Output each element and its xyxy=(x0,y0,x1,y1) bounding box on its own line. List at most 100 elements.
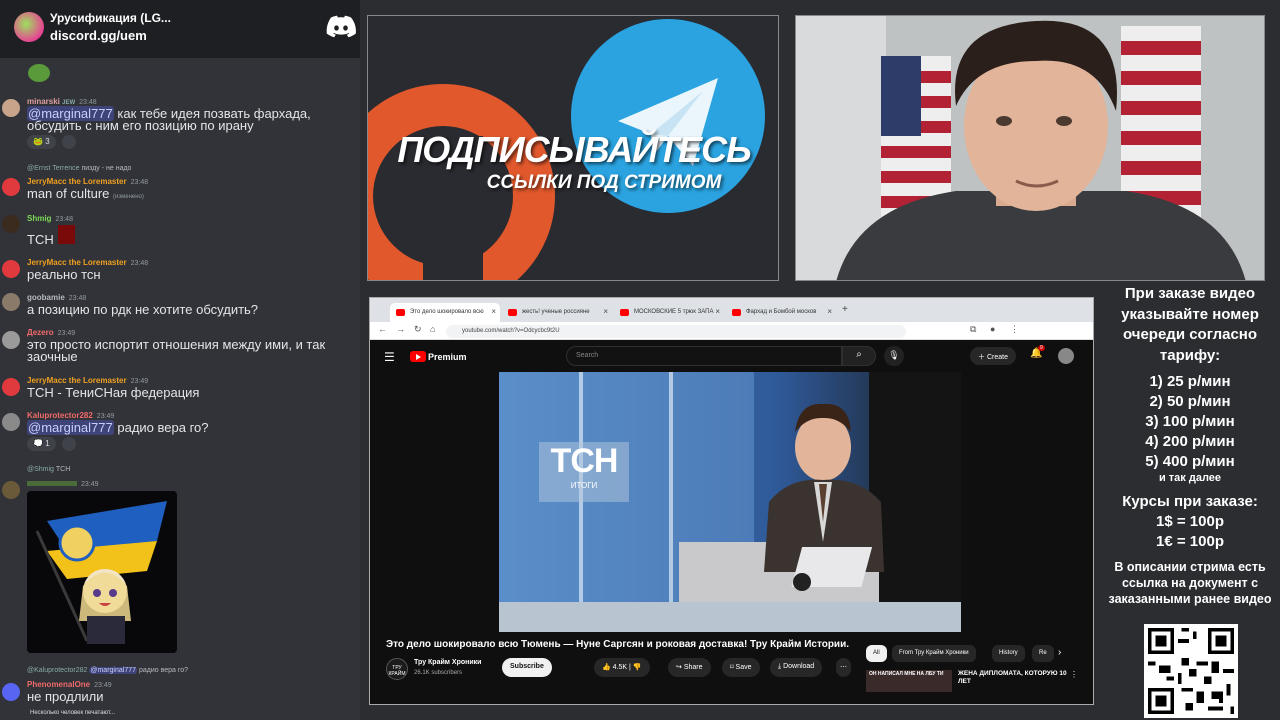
chip-history[interactable]: History xyxy=(992,645,1025,662)
avatar xyxy=(2,378,20,396)
hamburger-menu-icon[interactable]: ☰ xyxy=(384,350,395,364)
avatar xyxy=(2,331,20,349)
pricing-tier: 1) 25 р/мин xyxy=(1149,373,1231,390)
notifications-bell-icon[interactable]: 🔔 9 xyxy=(1030,345,1045,359)
reply-preview[interactable]: @Ernst Terrence пизду - не надо xyxy=(27,165,131,172)
message-text: а позицию по рдк не хотите обсудить? xyxy=(27,302,259,317)
home-icon[interactable]: ⌂ xyxy=(430,324,435,334)
close-icon[interactable]: × xyxy=(715,307,720,316)
reload-icon[interactable]: ↻ xyxy=(414,324,422,335)
pricing-tier: 5) 400 р/мин xyxy=(1145,453,1235,470)
browser-window: Это дело шокировало всю × жесть! ученые р… xyxy=(369,297,1094,705)
like-button[interactable]: 👍 4.5K | 👎 xyxy=(594,658,650,677)
more-options-icon[interactable]: ⋯ xyxy=(836,658,851,677)
video-title: Это дело шокировало всю Тюмень — Нуне Са… xyxy=(386,639,849,650)
reply-preview[interactable]: @Shmig ТСН xyxy=(27,466,70,473)
browser-tab[interactable]: жесть! ученые россияне × xyxy=(502,303,612,322)
youtube-tab-icon xyxy=(732,309,741,316)
browser-tab[interactable]: МОСКОВСКИЕ 5 трюк ЗАПА × xyxy=(614,303,724,322)
server-invite[interactable]: discord.gg/uem xyxy=(50,28,147,43)
more-options-icon[interactable]: ⋮ xyxy=(1070,670,1078,679)
message-username: JerryMacc the Loremaster 23:48 xyxy=(27,177,149,186)
reaction[interactable]: 💭 1 xyxy=(27,437,56,451)
message-text: ТСН - ТениСНая федерация xyxy=(27,385,200,400)
avatar xyxy=(2,481,20,499)
banner-subtitle: ССЫЛКИ ПОД СТРИМОМ xyxy=(486,172,722,193)
new-tab-button[interactable]: + xyxy=(842,304,848,315)
pricing-tier: 3) 100 р/мин xyxy=(1145,413,1235,430)
download-button[interactable]: ⤓ Download xyxy=(770,658,823,677)
rec-title: ЖЕНА ДИПЛОМАТА, КОТОРУЮ 10 ЛЕТ xyxy=(958,670,1067,685)
rec-thumbnail: ОН НАПИСАЛ МНЕ НА ЛБУ ТИ xyxy=(866,670,952,692)
tsn-logo: ТСН ИТОГИ xyxy=(539,442,629,502)
add-reaction-icon[interactable] xyxy=(62,135,76,149)
browser-tab[interactable]: Фархад и Бомбой москов × xyxy=(726,303,836,322)
extension-icon[interactable]: ⧉ xyxy=(970,324,976,335)
close-icon[interactable]: × xyxy=(491,307,496,316)
chip-related[interactable]: Re xyxy=(1032,645,1054,662)
discord-logo-icon xyxy=(326,15,356,38)
channel-avatar[interactable]: ТРУ КРАЙМ xyxy=(386,658,408,680)
reply-preview[interactable]: @Kaluprotector282 @marginal777 радио вер… xyxy=(27,667,188,674)
webcam-feed xyxy=(795,15,1265,281)
save-button[interactable]: ⌑ Save xyxy=(722,658,760,677)
attached-image[interactable] xyxy=(27,491,177,653)
subscribe-button[interactable]: Subscribe xyxy=(502,658,552,677)
tab-bar: Это дело шокировало всю × жесть! ученые р… xyxy=(370,298,1093,322)
close-icon[interactable]: × xyxy=(603,307,608,316)
message-username: Дezero 23:49 xyxy=(27,328,76,337)
message-username: 23:49 xyxy=(27,479,99,488)
bookmark-icon: ⌑ xyxy=(730,664,734,671)
youtube-logo-icon[interactable] xyxy=(410,351,426,362)
banner-title: ПОДПИСЫВАЙТЕСЬ xyxy=(397,129,751,170)
subscribe-banner: ПОДПИСЫВАЙТЕСЬ ССЫЛКИ ПОД СТРИМОМ xyxy=(367,15,779,281)
message-text: это просто испортит отношения между ими,… xyxy=(27,337,326,364)
search-icon[interactable]: ⌕ xyxy=(842,346,876,366)
server-icon xyxy=(14,12,44,42)
youtube-page: ☰ Premium Search ⌕ 🎙 ＋ Create 🔔 9 ТСН ИТ… xyxy=(370,340,1093,704)
qr-code[interactable] xyxy=(1144,624,1238,718)
avatar xyxy=(2,293,20,311)
channel-name[interactable]: Тру Крайм Хроники xyxy=(414,659,481,666)
search-input[interactable]: Search xyxy=(566,346,842,366)
chevron-right-icon[interactable]: › xyxy=(1058,647,1061,658)
add-reaction-icon[interactable] xyxy=(62,437,76,451)
avatar xyxy=(2,413,20,431)
avatar[interactable] xyxy=(1058,348,1074,364)
create-button[interactable]: ＋ Create xyxy=(970,347,1016,365)
browser-tab[interactable]: Это дело шокировало всю × xyxy=(390,303,500,322)
pricing-tiers: 1) 25 р/мин 2) 50 р/мин 3) 100 р/мин 4) … xyxy=(1100,372,1280,472)
message-text: man of culture (изменено) xyxy=(27,186,144,201)
close-icon[interactable]: × xyxy=(827,307,832,316)
message-text: реально тсн xyxy=(27,267,101,282)
discord-chat-panel: Урусификация (LG... discord.gg/uem minar… xyxy=(0,0,360,720)
message-username: goobamie 23:48 xyxy=(27,293,87,302)
thumbs-up-icon: 👍 xyxy=(602,664,611,671)
youtube-tab-icon xyxy=(508,309,517,316)
back-icon[interactable]: ← xyxy=(378,324,387,334)
forward-icon[interactable]: → xyxy=(396,324,405,334)
reaction[interactable]: 🐸 3 xyxy=(27,135,56,149)
chip-all[interactable]: All xyxy=(866,645,887,662)
message-username: minarski JEW 23:48 xyxy=(27,97,97,106)
message-text: ТСН xyxy=(27,232,54,247)
microphone-icon[interactable]: 🎙 xyxy=(884,346,904,366)
menu-icon[interactable]: ⋮ xyxy=(1010,324,1019,335)
rate-usd: 1$ = 100р xyxy=(1156,513,1224,530)
url-input[interactable]: youtube.com/watch?v=Odcycbc9t2U xyxy=(446,325,906,338)
recommended-video[interactable]: ОН НАПИСАЛ МНЕ НА ЛБУ ТИ ЖЕНА ДИПЛОМАТА,… xyxy=(866,670,1078,700)
share-button[interactable]: ↪ Share xyxy=(668,658,711,677)
youtube-premium-label: Premium xyxy=(428,352,467,362)
chip-from-channel[interactable]: From Тру Крайм Хроники xyxy=(892,645,976,662)
pricing-tier: 2) 50 р/мин xyxy=(1149,393,1231,410)
stream-layout: Урусификация (LG... discord.gg/uem minar… xyxy=(0,0,1280,720)
pricing-description: В описании стрима есть ссылка на докумен… xyxy=(1108,560,1272,606)
message-username: JerryMacc the Loremaster 23:48 xyxy=(27,258,149,267)
pricing-etc: и так далее xyxy=(1158,472,1222,484)
profile-icon[interactable]: ● xyxy=(990,324,995,334)
typing-indicator: Несколько человек печатают... xyxy=(30,710,115,716)
address-bar-row: ← → ↻ ⌂ youtube.com/watch?v=Odcycbc9t2U … xyxy=(370,322,1093,340)
pricing-intro: При заказе видео указывайте номер очеред… xyxy=(1121,285,1259,364)
message-text: @marginal777 как тебе идея позвать фарха… xyxy=(27,106,311,133)
video-player[interactable]: ТСН ИТОГИ xyxy=(499,372,961,632)
